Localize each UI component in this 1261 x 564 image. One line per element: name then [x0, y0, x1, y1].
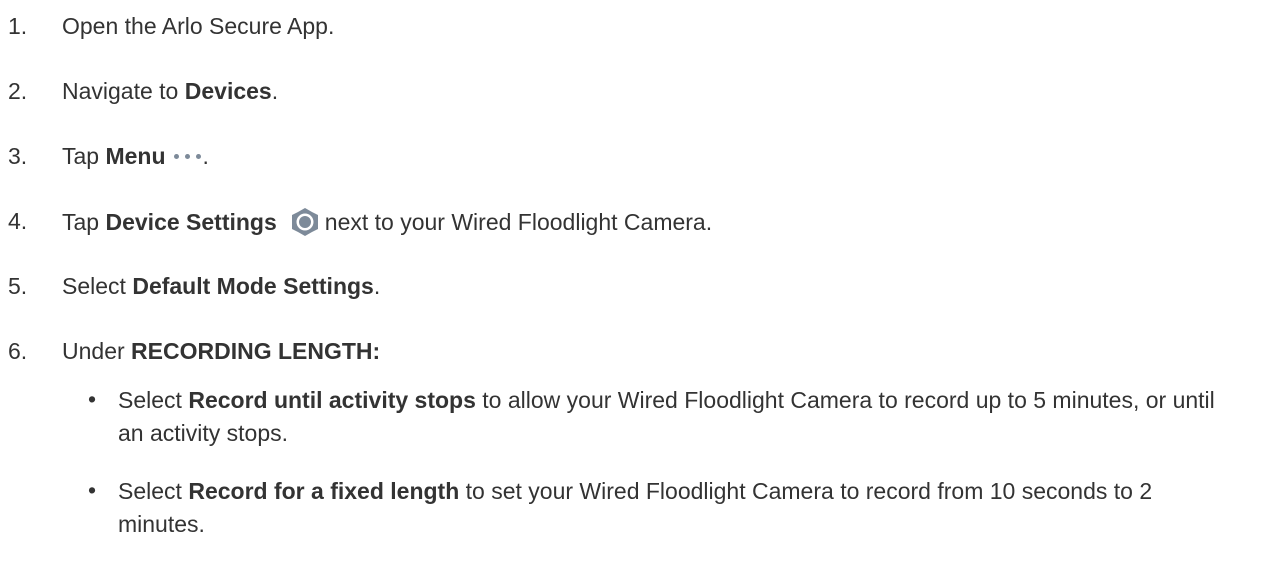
bullet: •	[88, 477, 97, 503]
substep-text-pre: Select	[118, 478, 189, 504]
step-text: Under RECORDING LENGTH:	[62, 336, 380, 366]
step-text-pre: Tap	[62, 209, 106, 235]
step-text-bold: Device Settings	[105, 209, 277, 235]
step-text-bold: Devices	[184, 78, 272, 104]
substep-text-bold: Record until activity stops	[188, 387, 476, 413]
step-text: Open the Arlo Secure App.	[62, 11, 334, 41]
step-text-bold: RECORDING LENGTH:	[131, 338, 381, 364]
step-text-pre: Tap	[62, 143, 106, 169]
step-number: 1.	[8, 13, 28, 39]
dot-icon	[195, 153, 201, 159]
bullet: •	[88, 386, 97, 412]
substep-text-bold: Record for a fixed length	[188, 478, 460, 504]
substep-text-pre: Select	[118, 387, 189, 413]
more-horizontal-icon	[173, 153, 201, 159]
dot-icon	[173, 153, 179, 159]
step-text-post: .	[373, 273, 381, 299]
step-text-bold: Default Mode Settings	[132, 273, 374, 299]
step-text-bold: Menu	[105, 143, 166, 169]
step-text-pre: Navigate to	[62, 78, 185, 104]
step-number: 5.	[8, 273, 28, 299]
substep-text: Select Record until activity stops to al…	[118, 384, 1228, 450]
step-number: 4.	[8, 208, 28, 234]
step-number: 2.	[8, 78, 28, 104]
step-text: Tap Menu .	[62, 141, 209, 171]
step-text-post: .	[271, 78, 279, 104]
step-text: Select Default Mode Settings .	[62, 271, 380, 301]
step-text: Navigate to Devices .	[62, 76, 278, 106]
step-text-pre: Select	[62, 273, 133, 299]
step-number: 3.	[8, 143, 28, 169]
gear-icon	[291, 208, 318, 236]
step-number: 6.	[8, 338, 28, 364]
step-text: Tap Device Settings next to your Wired F…	[62, 206, 712, 238]
dot-icon	[184, 153, 190, 159]
step-text-post: next to your Wired Floodlight Camera.	[324, 209, 713, 235]
step-text-pre: Under	[62, 338, 132, 364]
substep-text: Select Record for a fixed length to set …	[118, 475, 1228, 541]
step-text-post: .	[202, 143, 209, 169]
step-text-pre: Open the Arlo Secure App.	[62, 13, 335, 39]
